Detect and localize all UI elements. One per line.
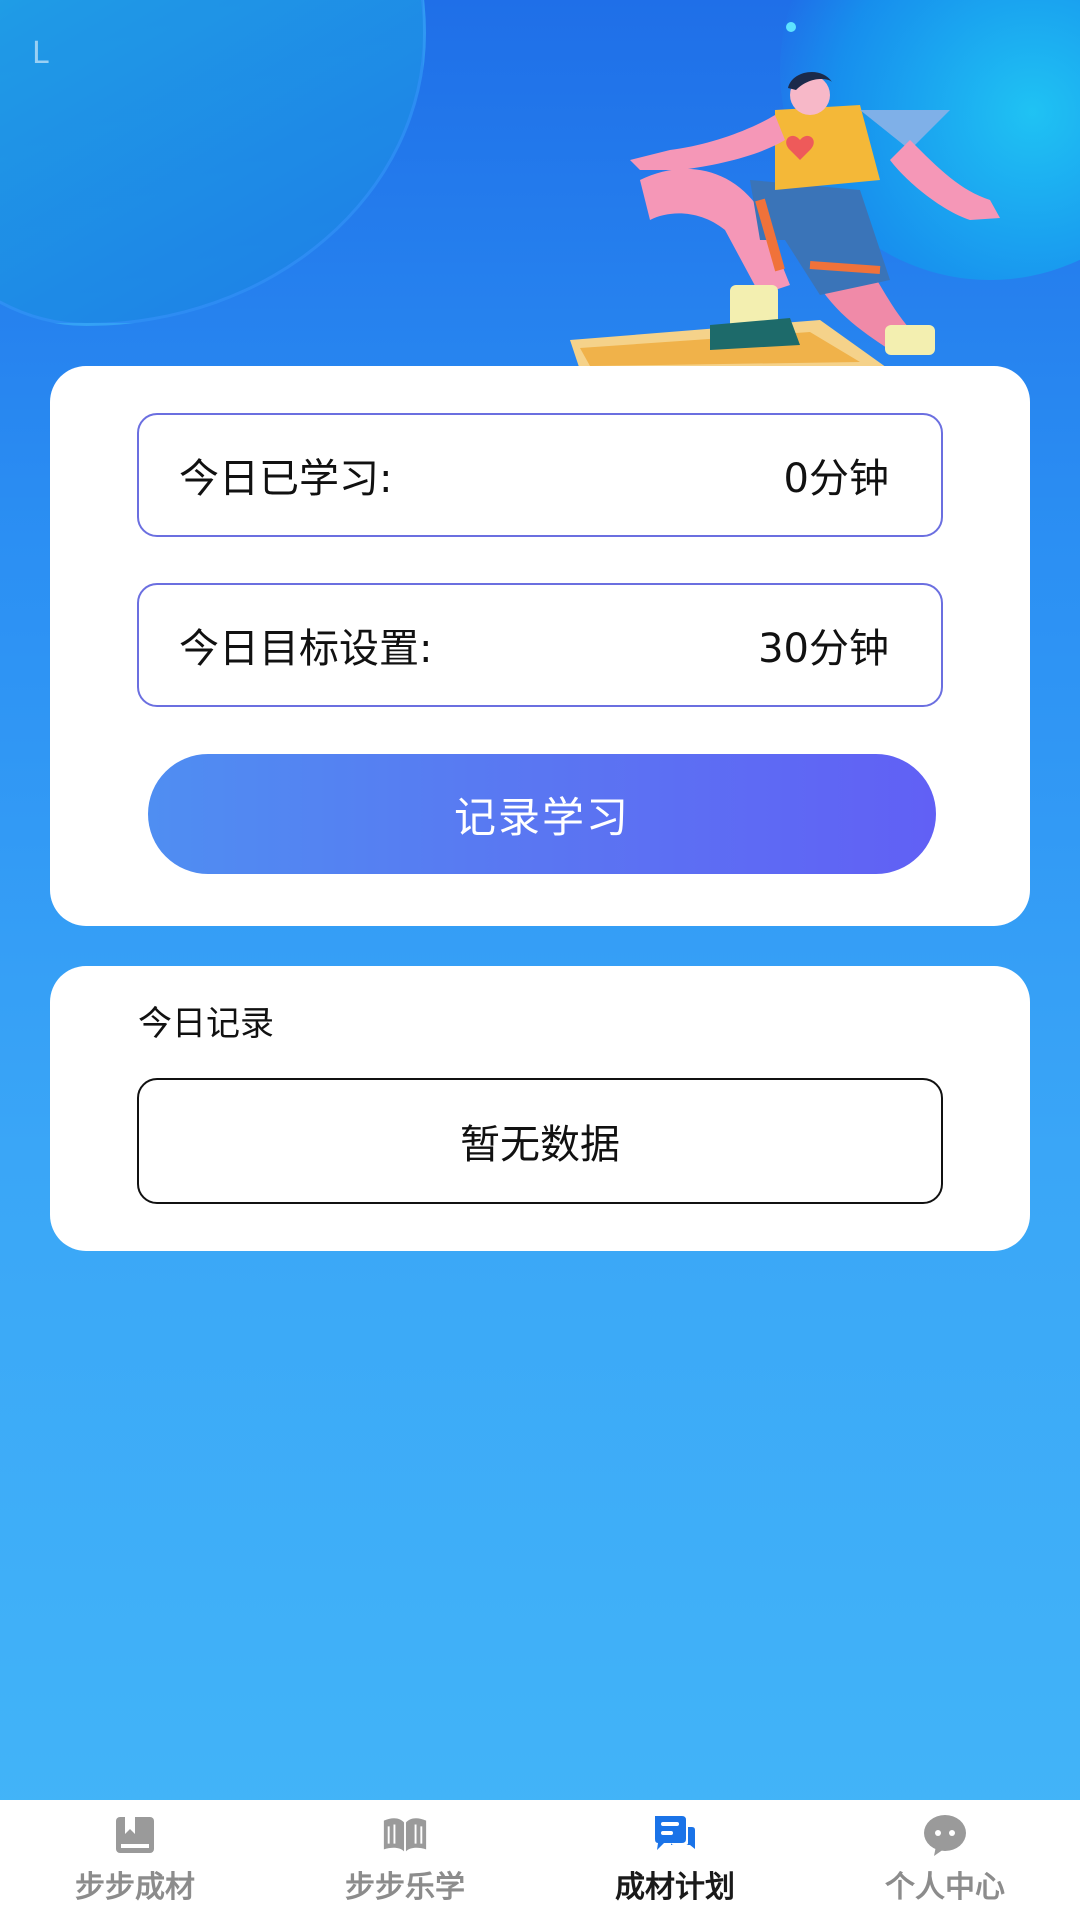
empty-records-box: 暂无数据: [137, 1078, 943, 1204]
studied-today-value: 0分钟: [783, 456, 889, 502]
studied-today-label: 今日已学习:: [179, 456, 393, 502]
status-mark: L: [32, 36, 49, 71]
today-records-card: 今日记录 暂无数据: [50, 966, 1030, 1251]
studied-today-row: 今日已学习: 0分钟: [137, 413, 943, 537]
chat-bubble-icon: [921, 1812, 969, 1858]
background-blob: [0, 0, 426, 326]
bottom-tab-bar: 步步成材 步步乐学 成材计划 个人中心: [0, 1800, 1080, 1920]
goal-setting-label: 今日目标设置:: [179, 626, 433, 672]
tab-personal-center[interactable]: 个人中心: [810, 1800, 1080, 1920]
tab-label: 步步成材: [75, 1870, 195, 1905]
app-screen: L 今日已学习: 0分钟 今日目标设置: 30分钟 记录学习 今日记录 暂无数据…: [0, 0, 1080, 1920]
tab-step-learn[interactable]: 步步乐学: [270, 1800, 540, 1920]
tab-label: 成材计划: [615, 1870, 735, 1905]
hero-illustration: [570, 71, 1000, 370]
goal-setting-value: 30分钟: [758, 626, 889, 672]
bookmark-book-icon: [111, 1812, 159, 1858]
goal-setting-row[interactable]: 今日目标设置: 30分钟: [137, 583, 943, 707]
empty-records-text: 暂无数据: [460, 1122, 620, 1168]
tab-step-success[interactable]: 步步成材: [0, 1800, 270, 1920]
background-dot: [786, 22, 796, 32]
chat-plan-icon: [651, 1812, 699, 1858]
tab-success-plan[interactable]: 成材计划: [540, 1800, 810, 1920]
tab-label: 个人中心: [885, 1870, 1005, 1905]
today-records-title: 今日记录: [138, 1004, 274, 1044]
tab-label: 步步乐学: [345, 1870, 465, 1905]
today-study-card: 今日已学习: 0分钟 今日目标设置: 30分钟 记录学习: [50, 366, 1030, 926]
record-study-button[interactable]: 记录学习: [148, 754, 936, 874]
open-book-icon: [381, 1812, 429, 1858]
